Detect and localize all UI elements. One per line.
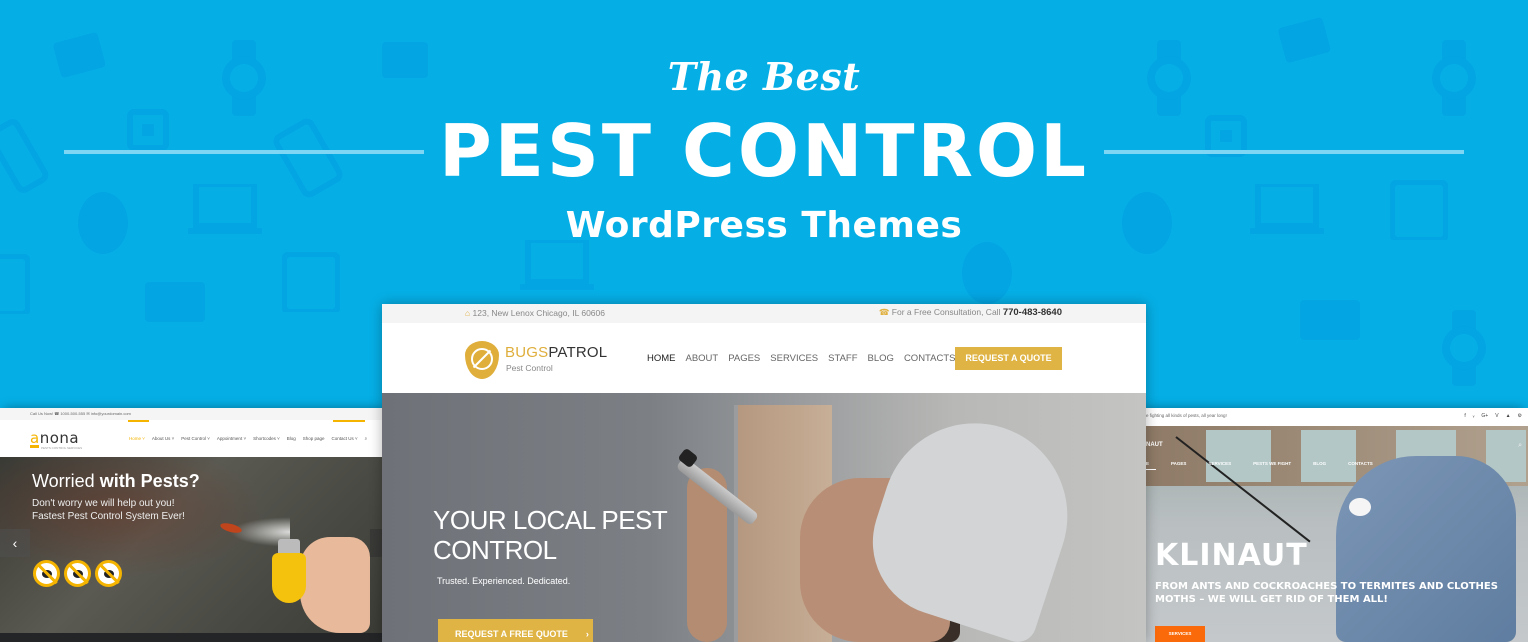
anona-hero-subtitle: Don't worry we will help out you! Fastes… xyxy=(32,498,185,522)
anona-hero: Worried with Pests? Don't worry we will … xyxy=(0,457,382,633)
settings-icon[interactable]: ⚙ xyxy=(1518,413,1522,419)
mouse-icon xyxy=(960,240,1014,306)
facebook-icon[interactable]: f xyxy=(1464,413,1465,419)
services-button[interactable]: SERVICES xyxy=(1155,626,1205,642)
bugs-hero: YOUR LOCAL PEST CONTROL Trusted. Experie… xyxy=(382,393,1146,642)
theme-preview-klinaut[interactable]: e fighting all kinds of pests, all year … xyxy=(1146,408,1528,642)
anona-nav-indicator xyxy=(128,420,149,422)
klinaut-nav-services[interactable]: SERVICES xyxy=(1208,461,1231,466)
bugs-nav-home[interactable]: HOME xyxy=(647,353,676,364)
chevron-right-icon: › xyxy=(585,629,589,639)
anona-navbar: anona PESTS CONTROL SERVICES Home ˅ Abou… xyxy=(0,420,382,457)
laptop-icon xyxy=(520,240,594,292)
anona-hero-title: Worried with Pests? xyxy=(32,471,200,491)
clapper-icon xyxy=(145,282,205,322)
bugs-nav-services[interactable]: SERVICES xyxy=(770,353,818,364)
bugs-hero-subtitle: Trusted. Experienced. Dedicated. xyxy=(437,576,571,586)
youtube-icon[interactable]: ▲ xyxy=(1506,413,1511,419)
banner-subtitle: WordPress Themes xyxy=(565,205,963,246)
anona-nav-shop[interactable]: Shop page xyxy=(303,436,325,441)
tablet-icon xyxy=(0,254,30,314)
klinaut-nav-pages[interactable]: PAGES xyxy=(1171,461,1186,466)
bugspatrol-shield-logo-icon[interactable] xyxy=(465,341,499,379)
klinaut-social-links: f ᵥ G+ V ▲ ⚙ xyxy=(1464,413,1522,419)
klinaut-hero: NAUT ⌕ E PAGES SERVICES PESTS WE FIGHT B… xyxy=(1146,426,1528,642)
clapper-icon xyxy=(1300,300,1360,340)
bugs-phone-number[interactable]: 770-483-8640 xyxy=(1003,307,1062,318)
klinaut-nav-indicator xyxy=(1146,469,1156,470)
anona-logo-subtitle: PESTS CONTROL SERVICES xyxy=(41,446,83,450)
google-plus-icon[interactable]: G+ xyxy=(1481,413,1488,419)
klinaut-hero-title: KLINAUT xyxy=(1155,538,1308,573)
bugs-nav-pages[interactable]: PAGES xyxy=(728,353,760,364)
bugs-phone: ☎ For a Free Consultation, Call 770-483-… xyxy=(878,307,1062,318)
bugs-topbar: ⌂ 123, New Lenox Chicago, IL 60606 ☎ For… xyxy=(382,304,1146,323)
slider-next-button[interactable] xyxy=(370,529,382,557)
anona-nav-pest-control[interactable]: Pest Control ˅ xyxy=(181,436,210,441)
bugs-nav-contacts[interactable]: CONTACTS xyxy=(904,353,956,364)
anona-nav-indicator xyxy=(333,420,365,422)
klinaut-nav-pests[interactable]: PESTS WE FIGHT xyxy=(1253,461,1291,466)
vimeo-icon[interactable]: V xyxy=(1495,413,1498,419)
klinaut-logo[interactable]: NAUT xyxy=(1146,442,1163,448)
theme-preview-anona[interactable]: Call Us Now! ☎ 1000-500-555 ✉ info@yourd… xyxy=(0,408,382,642)
bugs-nav-staff[interactable]: STAFF xyxy=(828,353,857,364)
phone-icon: ☎ xyxy=(878,307,890,317)
anona-nav-shortcodes[interactable]: Shortcodes ˅ xyxy=(253,436,280,441)
banner-kicker: The Best xyxy=(667,54,861,99)
klinaut-hero-subtitle: FROM ANTS AND COCKROACHES TO TERMITES AN… xyxy=(1155,581,1498,605)
spray-can-image xyxy=(272,553,306,603)
request-quote-button[interactable]: REQUEST A QUOTE xyxy=(955,347,1062,370)
search-icon[interactable]: ⌕ xyxy=(365,436,368,441)
home-icon: ⌂ xyxy=(465,308,471,318)
theme-preview-bugspatrol[interactable]: ⌂ 123, New Lenox Chicago, IL 60606 ☎ For… xyxy=(382,304,1146,642)
klinaut-nav-contacts[interactable]: CONTACTS xyxy=(1348,461,1373,466)
search-icon[interactable]: ⌕ xyxy=(1518,442,1522,450)
slider-prev-button[interactable]: ‹ xyxy=(0,529,30,557)
bugs-hero-title: YOUR LOCAL PEST CONTROL xyxy=(433,505,668,565)
klinaut-topbar: e fighting all kinds of pests, all year … xyxy=(1146,408,1528,426)
anona-logo-bar xyxy=(30,445,39,448)
anona-nav-blog[interactable]: Blog xyxy=(287,436,296,441)
watch-icon xyxy=(1440,310,1488,386)
klinaut-nav-blog[interactable]: BLOG xyxy=(1313,461,1326,466)
no-cockroach-icon xyxy=(95,560,122,587)
tablet-icon xyxy=(282,252,340,312)
cabinet-glass xyxy=(1206,430,1271,482)
klinaut-nav: E PAGES SERVICES PESTS WE FIGHT BLOG CON… xyxy=(1146,461,1373,466)
no-rat-icon xyxy=(33,560,60,587)
no-mosquito-icon xyxy=(64,560,91,587)
cabinet-glass xyxy=(1301,430,1356,482)
twitter-icon[interactable]: ᵥ xyxy=(1473,413,1475,419)
anona-nav: Home ˅ About Us ˅ Pest Control ˅ Appoint… xyxy=(129,436,367,441)
anona-pest-badges xyxy=(33,560,122,587)
bugs-nav-blog[interactable]: BLOG xyxy=(868,353,894,364)
respirator-mask-image xyxy=(1349,498,1371,516)
bugspatrol-logo[interactable]: BUGSPATROL xyxy=(505,344,607,361)
exterminator-image xyxy=(1336,456,1516,642)
anona-topbar: Call Us Now! ☎ 1000-500-555 ✉ info@yourd… xyxy=(0,408,382,420)
request-free-quote-button[interactable]: REQUEST A FREE QUOTE › xyxy=(438,619,593,642)
bugs-address: ⌂ 123, New Lenox Chicago, IL 60606 xyxy=(465,308,605,318)
anona-nav-contact[interactable]: Contact Us ˅ xyxy=(332,436,358,441)
divider-right xyxy=(1104,150,1464,154)
anona-footer-bar xyxy=(0,633,382,642)
bugs-nav-about[interactable]: ABOUT xyxy=(686,353,719,364)
anona-nav-about[interactable]: About Us ˅ xyxy=(152,436,174,441)
klinaut-nav-home[interactable]: E xyxy=(1146,461,1149,466)
bugspatrol-logo-subtitle: Pest Control xyxy=(506,363,553,373)
anona-nav-home[interactable]: Home ˅ xyxy=(129,436,145,441)
bugs-nav: HOME ABOUT PAGES SERVICES STAFF BLOG CON… xyxy=(647,353,955,364)
hand-image xyxy=(300,537,370,633)
bugs-navbar: BUGSPATROL Pest Control HOME ABOUT PAGES… xyxy=(382,323,1146,393)
anona-nav-appointment[interactable]: Appointment ˅ xyxy=(217,436,246,441)
